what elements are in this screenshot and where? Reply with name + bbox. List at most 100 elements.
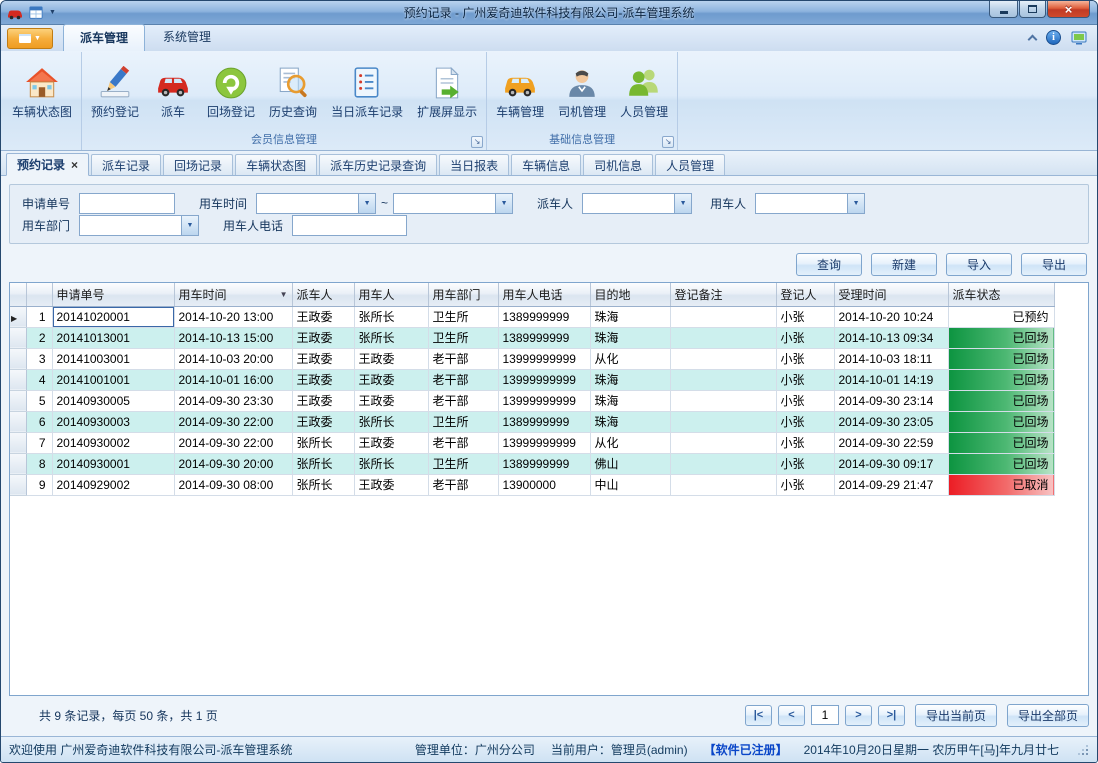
cell-destination[interactable]: 珠海 bbox=[590, 306, 670, 327]
page-number-input[interactable] bbox=[811, 705, 839, 725]
today-dispatch-records-button[interactable]: 当日派车记录 bbox=[324, 63, 410, 122]
cell-accept-time[interactable]: 2014-09-30 23:05 bbox=[834, 411, 948, 432]
column-header-apply-no[interactable]: 申请单号 bbox=[52, 283, 174, 306]
column-header-destination[interactable]: 目的地 bbox=[590, 283, 670, 306]
cell-destination[interactable]: 珠海 bbox=[590, 411, 670, 432]
help-icon[interactable]: i bbox=[1046, 30, 1061, 45]
cell-accept-time[interactable]: 2014-09-30 22:59 bbox=[834, 432, 948, 453]
cell-note[interactable] bbox=[670, 453, 776, 474]
cell-department[interactable]: 老干部 bbox=[428, 432, 498, 453]
cell-user[interactable]: 王政委 bbox=[354, 390, 428, 411]
import-button[interactable]: 导入 bbox=[946, 253, 1012, 276]
return-register-button[interactable]: 回场登记 bbox=[200, 63, 262, 122]
history-query-button[interactable]: 历史查询 bbox=[262, 63, 324, 122]
row-indicator-cell[interactable] bbox=[10, 474, 26, 495]
personnel-management-button[interactable]: 人员管理 bbox=[613, 63, 675, 122]
cell-department[interactable]: 老干部 bbox=[428, 369, 498, 390]
cell-accept-time[interactable]: 2014-09-30 09:17 bbox=[834, 453, 948, 474]
cell-destination[interactable]: 中山 bbox=[590, 474, 670, 495]
cell-use-time[interactable]: 2014-09-30 20:00 bbox=[174, 453, 292, 474]
cell-department[interactable]: 卫生所 bbox=[428, 327, 498, 348]
cell-note[interactable] bbox=[670, 474, 776, 495]
cell-dispatcher[interactable]: 王政委 bbox=[292, 327, 354, 348]
document-tab-vehicle-info[interactable]: 车辆信息 bbox=[511, 154, 581, 175]
row-indicator-cell[interactable] bbox=[10, 453, 26, 474]
cell-registrar[interactable]: 小张 bbox=[776, 390, 834, 411]
column-header-note[interactable]: 登记备注 bbox=[670, 283, 776, 306]
cell-destination[interactable]: 从化 bbox=[590, 348, 670, 369]
cell-dispatcher[interactable]: 王政委 bbox=[292, 411, 354, 432]
row-indicator-cell[interactable]: ▶ bbox=[10, 306, 26, 327]
cell-apply-no[interactable]: 20140930003 bbox=[52, 411, 174, 432]
cell-apply-no[interactable]: 20141003001 bbox=[52, 348, 174, 369]
query-button[interactable]: 查询 bbox=[796, 253, 862, 276]
cell-use-time[interactable]: 2014-09-30 23:30 bbox=[174, 390, 292, 411]
cell-note[interactable] bbox=[670, 390, 776, 411]
cell-user[interactable]: 张所长 bbox=[354, 306, 428, 327]
cell-user[interactable]: 张所长 bbox=[354, 453, 428, 474]
table-row[interactable]: 6201409300032014-09-30 22:00王政委张所长卫生所138… bbox=[10, 411, 1054, 432]
cell-user[interactable]: 王政委 bbox=[354, 369, 428, 390]
prev-page-button[interactable]: < bbox=[778, 705, 805, 726]
minimize-button[interactable] bbox=[989, 1, 1018, 18]
cell-note[interactable] bbox=[670, 411, 776, 432]
row-indicator-cell[interactable] bbox=[10, 411, 26, 432]
phone-input[interactable] bbox=[292, 215, 407, 236]
chevron-down-icon[interactable]: ▼ bbox=[847, 194, 864, 213]
cell-accept-time[interactable]: 2014-09-30 23:14 bbox=[834, 390, 948, 411]
cell-apply-no[interactable]: 20141020001 bbox=[52, 306, 174, 327]
row-indicator-cell[interactable] bbox=[10, 348, 26, 369]
cell-destination[interactable]: 珠海 bbox=[590, 390, 670, 411]
appearance-icon[interactable] bbox=[1071, 31, 1087, 45]
cell-note[interactable] bbox=[670, 369, 776, 390]
table-row[interactable]: 7201409300022014-09-30 22:00张所长王政委老干部139… bbox=[10, 432, 1054, 453]
cell-registrar[interactable]: 小张 bbox=[776, 369, 834, 390]
cell-dispatcher[interactable]: 王政委 bbox=[292, 306, 354, 327]
user-combo[interactable]: ▼ bbox=[755, 193, 865, 214]
cell-use-time[interactable]: 2014-10-01 16:00 bbox=[174, 369, 292, 390]
cell-dispatcher[interactable]: 张所长 bbox=[292, 453, 354, 474]
table-row[interactable]: 9201409290022014-09-30 08:00张所长王政委老干部139… bbox=[10, 474, 1054, 495]
next-page-button[interactable]: > bbox=[845, 705, 872, 726]
cell-phone[interactable]: 13900000 bbox=[498, 474, 590, 495]
document-tab-reservation-records[interactable]: 预约记录× bbox=[6, 153, 89, 176]
cell-user[interactable]: 王政委 bbox=[354, 474, 428, 495]
column-header-dispatcher[interactable]: 派车人 bbox=[292, 283, 354, 306]
cell-user[interactable]: 张所长 bbox=[354, 327, 428, 348]
driver-management-button[interactable]: 司机管理 bbox=[551, 63, 613, 122]
cell-department[interactable]: 老干部 bbox=[428, 474, 498, 495]
cell-destination[interactable]: 从化 bbox=[590, 432, 670, 453]
cell-department[interactable]: 老干部 bbox=[428, 390, 498, 411]
cell-apply-no[interactable]: 20140930001 bbox=[52, 453, 174, 474]
cell-note[interactable] bbox=[670, 432, 776, 453]
apply-no-input[interactable] bbox=[79, 193, 175, 214]
create-button[interactable]: 新建 bbox=[871, 253, 937, 276]
cell-phone[interactable]: 13999999999 bbox=[498, 390, 590, 411]
cell-user[interactable]: 张所长 bbox=[354, 411, 428, 432]
cell-phone[interactable]: 1389999999 bbox=[498, 306, 590, 327]
reservation-register-button[interactable]: 预约登记 bbox=[84, 63, 146, 122]
cell-dispatcher[interactable]: 张所长 bbox=[292, 474, 354, 495]
chevron-down-icon[interactable]: ▼ bbox=[358, 194, 375, 213]
document-tab-driver-info[interactable]: 司机信息 bbox=[583, 154, 653, 175]
row-indicator-cell[interactable] bbox=[10, 369, 26, 390]
cell-use-time[interactable]: 2014-10-13 15:00 bbox=[174, 327, 292, 348]
column-header-use-time[interactable]: ▼用车时间 bbox=[174, 283, 292, 306]
cell-destination[interactable]: 珠海 bbox=[590, 327, 670, 348]
cell-phone[interactable]: 13999999999 bbox=[498, 348, 590, 369]
ribbon-tab-system-management[interactable]: 系统管理 bbox=[147, 24, 227, 51]
data-grid[interactable]: 申请单号▼用车时间派车人用车人用车部门用车人电话目的地登记备注登记人受理时间派车… bbox=[9, 282, 1089, 696]
table-row[interactable]: 3201410030012014-10-03 20:00王政委王政委老干部139… bbox=[10, 348, 1054, 369]
cell-registrar[interactable]: 小张 bbox=[776, 474, 834, 495]
column-header-department[interactable]: 用车部门 bbox=[428, 283, 498, 306]
export-current-page-button[interactable]: 导出当前页 bbox=[915, 704, 997, 727]
cell-dispatcher[interactable]: 张所长 bbox=[292, 432, 354, 453]
cell-user[interactable]: 王政委 bbox=[354, 348, 428, 369]
cell-department[interactable]: 老干部 bbox=[428, 348, 498, 369]
cell-user[interactable]: 王政委 bbox=[354, 432, 428, 453]
table-row[interactable]: 8201409300012014-09-30 20:00张所长张所长卫生所138… bbox=[10, 453, 1054, 474]
cell-phone[interactable]: 1389999999 bbox=[498, 327, 590, 348]
document-tab-dispatch-records[interactable]: 派车记录 bbox=[91, 154, 161, 175]
application-menu-button[interactable]: ▼ bbox=[7, 28, 53, 49]
export-button[interactable]: 导出 bbox=[1021, 253, 1087, 276]
